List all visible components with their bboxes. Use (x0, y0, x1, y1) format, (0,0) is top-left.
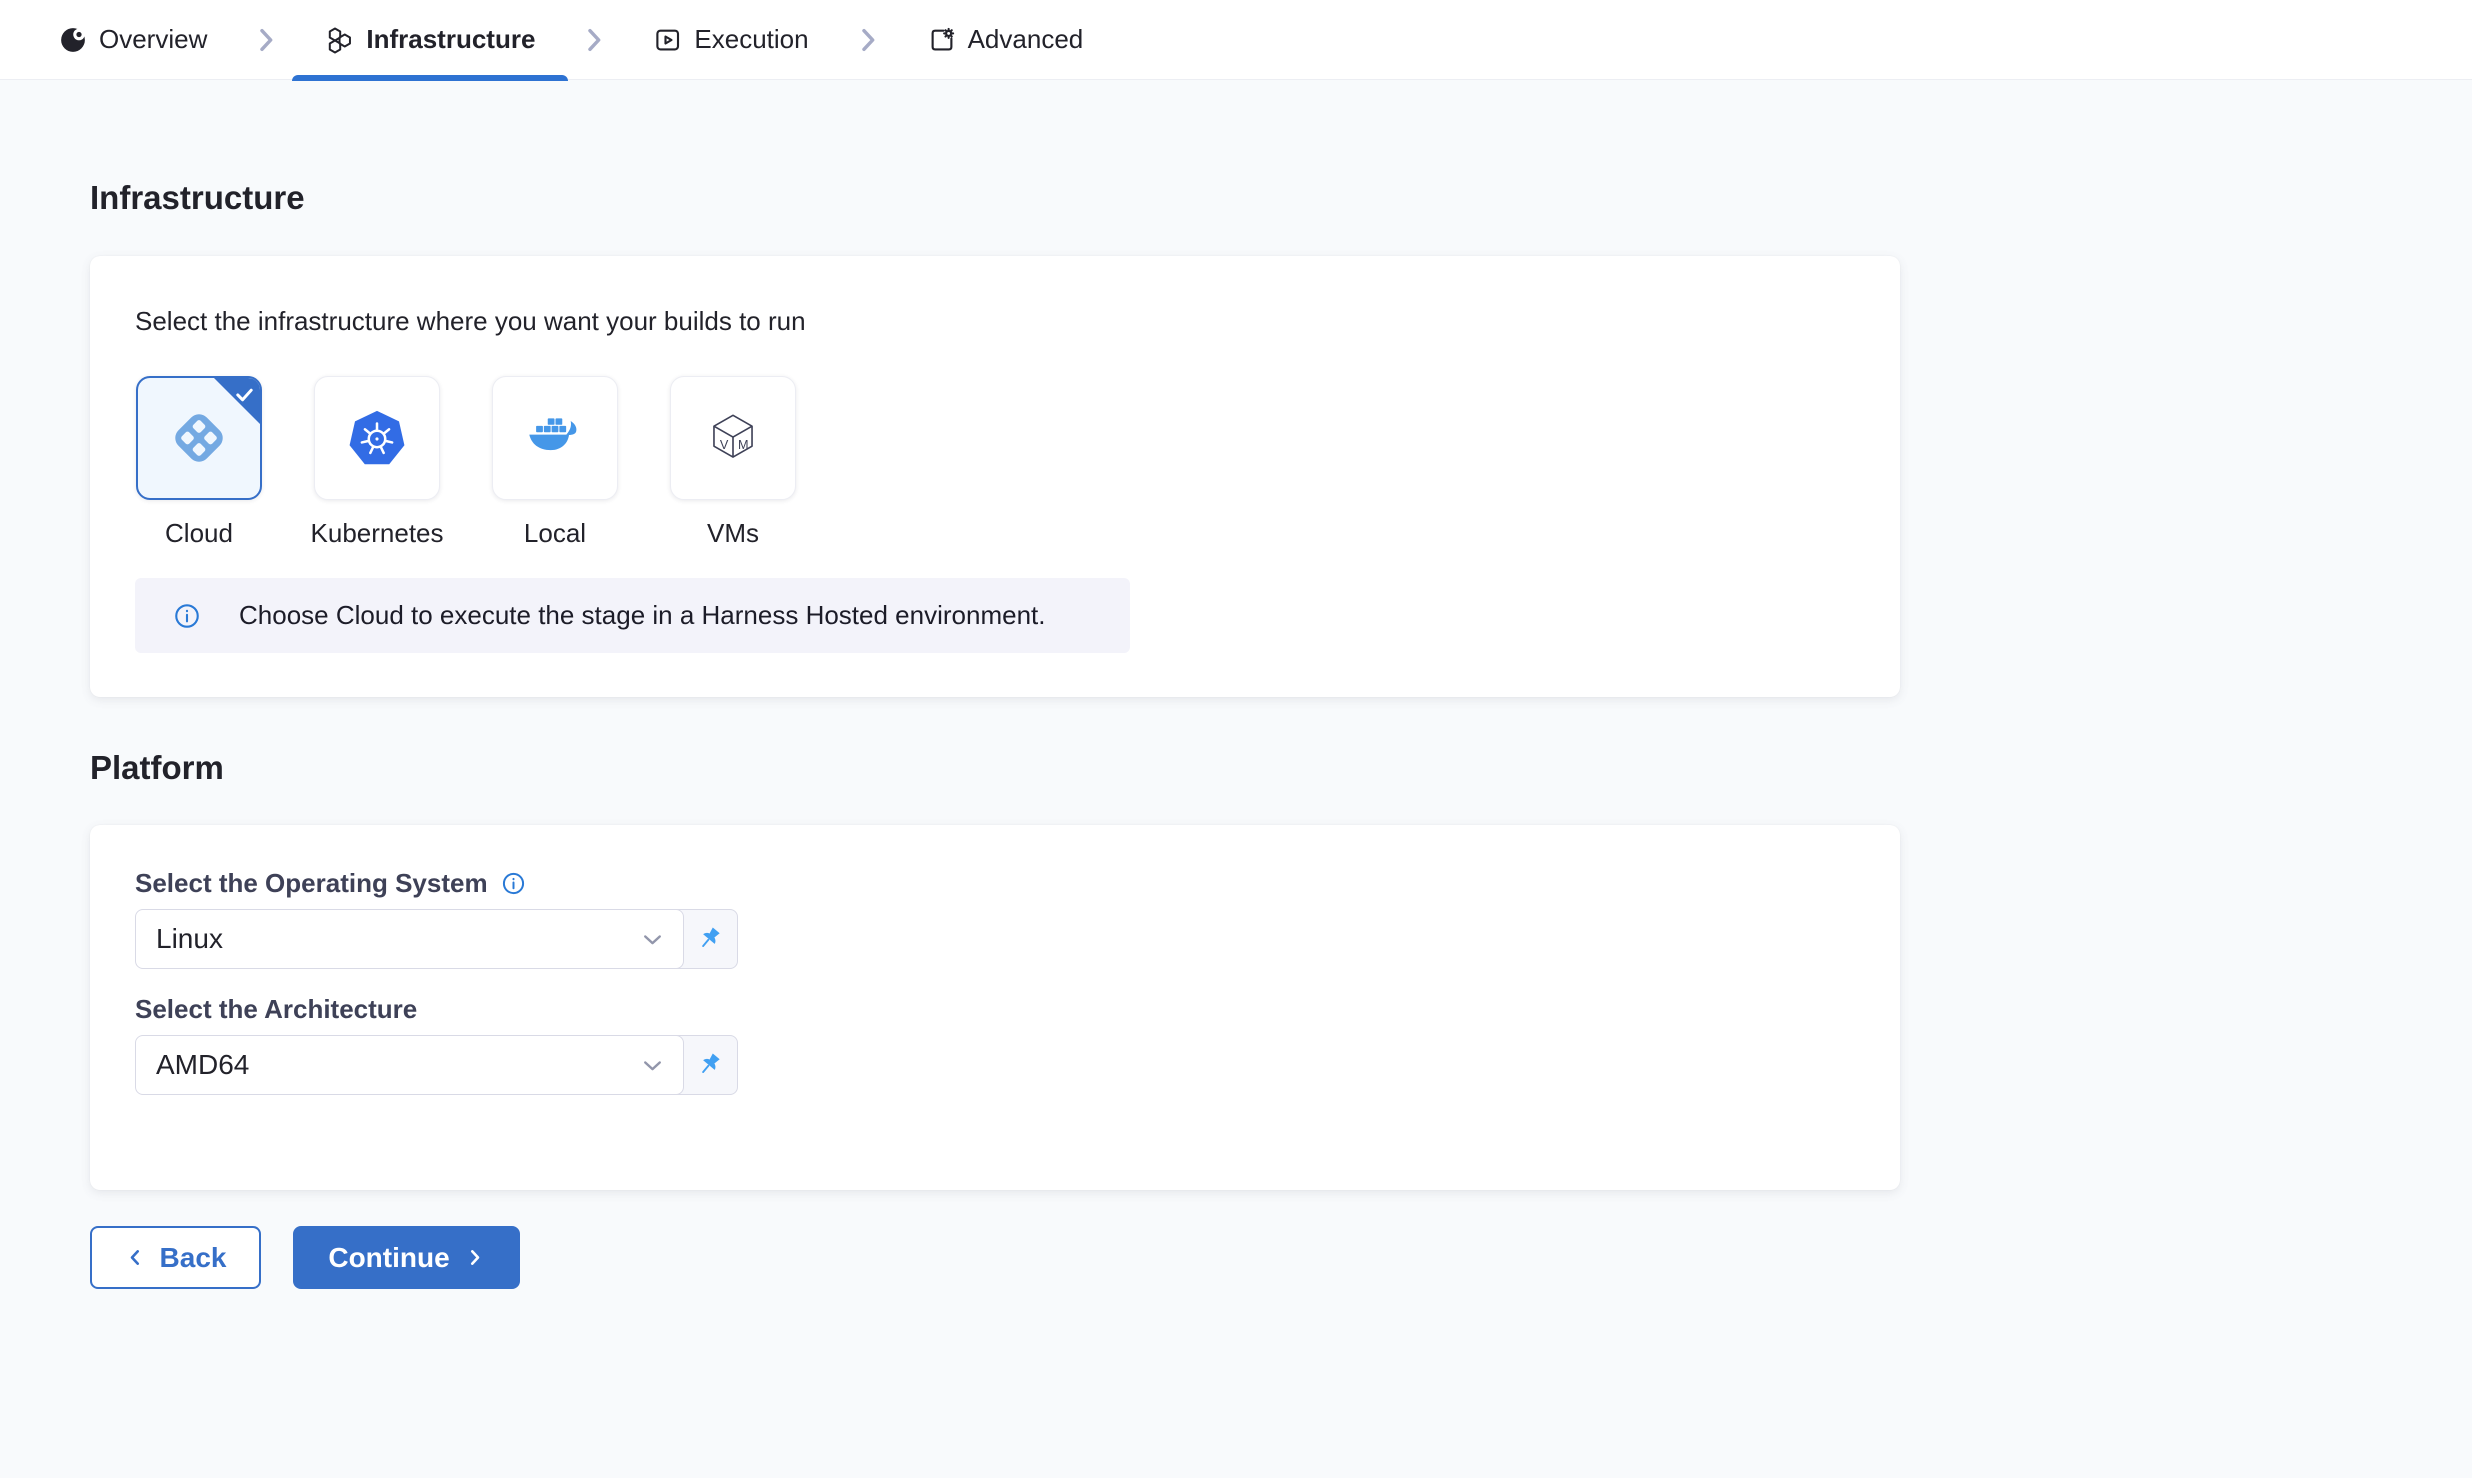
infrastructure-option-cloud: Cloud (135, 376, 263, 548)
svg-text:V: V (720, 438, 729, 452)
tab-label: Execution (694, 24, 808, 55)
platform-section-title: Platform (90, 750, 2472, 786)
check-icon (233, 383, 256, 406)
tile-label-kubernetes: Kubernetes (311, 518, 444, 548)
vm-cube-icon: V M (704, 409, 762, 467)
chevron-right-separator-icon (852, 24, 884, 56)
pin-icon (694, 924, 724, 954)
infrastructure-icon (325, 25, 355, 55)
stage-wizard-tab-bar: Overview Infrastructure Execution (0, 0, 2472, 80)
arch-label-text: Select the Architecture (135, 993, 417, 1025)
chevron-left-icon (125, 1247, 146, 1268)
execution-icon (653, 25, 683, 55)
os-select-row: Linux (135, 909, 1855, 969)
info-icon (173, 602, 201, 630)
tile-kubernetes[interactable] (314, 376, 440, 500)
cloud-info-banner: Choose Cloud to execute the stage in a H… (135, 578, 1130, 653)
tile-cloud[interactable] (136, 376, 262, 500)
overview-icon (58, 25, 88, 55)
infrastructure-options: Cloud (135, 376, 1855, 548)
chevron-down-icon (638, 925, 667, 954)
stage-config-content: Infrastructure Select the infrastructure… (0, 80, 2472, 1289)
info-banner-text: Choose Cloud to execute the stage in a H… (239, 600, 1045, 631)
svg-text:M: M (738, 438, 749, 452)
tab-execution[interactable]: Execution (620, 0, 841, 80)
tab-label: Infrastructure (366, 24, 535, 55)
infrastructure-card: Select the infrastructure where you want… (90, 256, 1900, 697)
platform-card: Select the Operating System Linux (90, 825, 1900, 1190)
arch-select[interactable]: AMD64 (135, 1035, 684, 1095)
tile-label-local: Local (524, 518, 586, 548)
chevron-right-separator-icon (250, 24, 282, 56)
infrastructure-option-vms: V M VMs (669, 376, 797, 548)
arch-select-value: AMD64 (156, 1049, 249, 1081)
tab-label: Overview (99, 24, 207, 55)
wizard-footer-actions: Back Continue (90, 1226, 2472, 1289)
arch-label: Select the Architecture (135, 993, 1855, 1025)
docker-icon (524, 407, 586, 469)
chevron-down-icon (638, 1051, 667, 1080)
os-select-value: Linux (156, 923, 223, 955)
advanced-icon (927, 25, 957, 55)
tile-label-vms: VMs (707, 518, 759, 548)
back-button-label: Back (160, 1242, 227, 1274)
os-label-text: Select the Operating System (135, 867, 488, 899)
tab-advanced[interactable]: Advanced (894, 0, 1117, 80)
chevron-right-icon (464, 1247, 485, 1268)
infrastructure-prompt: Select the infrastructure where you want… (135, 306, 1855, 336)
continue-button[interactable]: Continue (293, 1226, 520, 1289)
os-select[interactable]: Linux (135, 909, 684, 969)
infrastructure-section-title: Infrastructure (90, 180, 2472, 216)
tab-label: Advanced (968, 24, 1084, 55)
kubernetes-icon (346, 407, 408, 469)
tile-vms[interactable]: V M (670, 376, 796, 500)
info-icon[interactable] (501, 871, 526, 896)
tile-label-cloud: Cloud (165, 518, 233, 548)
tab-overview[interactable]: Overview (25, 0, 240, 80)
tab-infrastructure[interactable]: Infrastructure (292, 0, 568, 80)
pin-icon (694, 1050, 724, 1080)
back-button[interactable]: Back (90, 1226, 261, 1289)
infrastructure-option-local: Local (491, 376, 619, 548)
continue-button-label: Continue (328, 1242, 449, 1274)
infrastructure-option-kubernetes: Kubernetes (313, 376, 441, 548)
tile-local[interactable] (492, 376, 618, 500)
chevron-right-separator-icon (578, 24, 610, 56)
arch-select-row: AMD64 (135, 1035, 1855, 1095)
os-label: Select the Operating System (135, 867, 1855, 899)
